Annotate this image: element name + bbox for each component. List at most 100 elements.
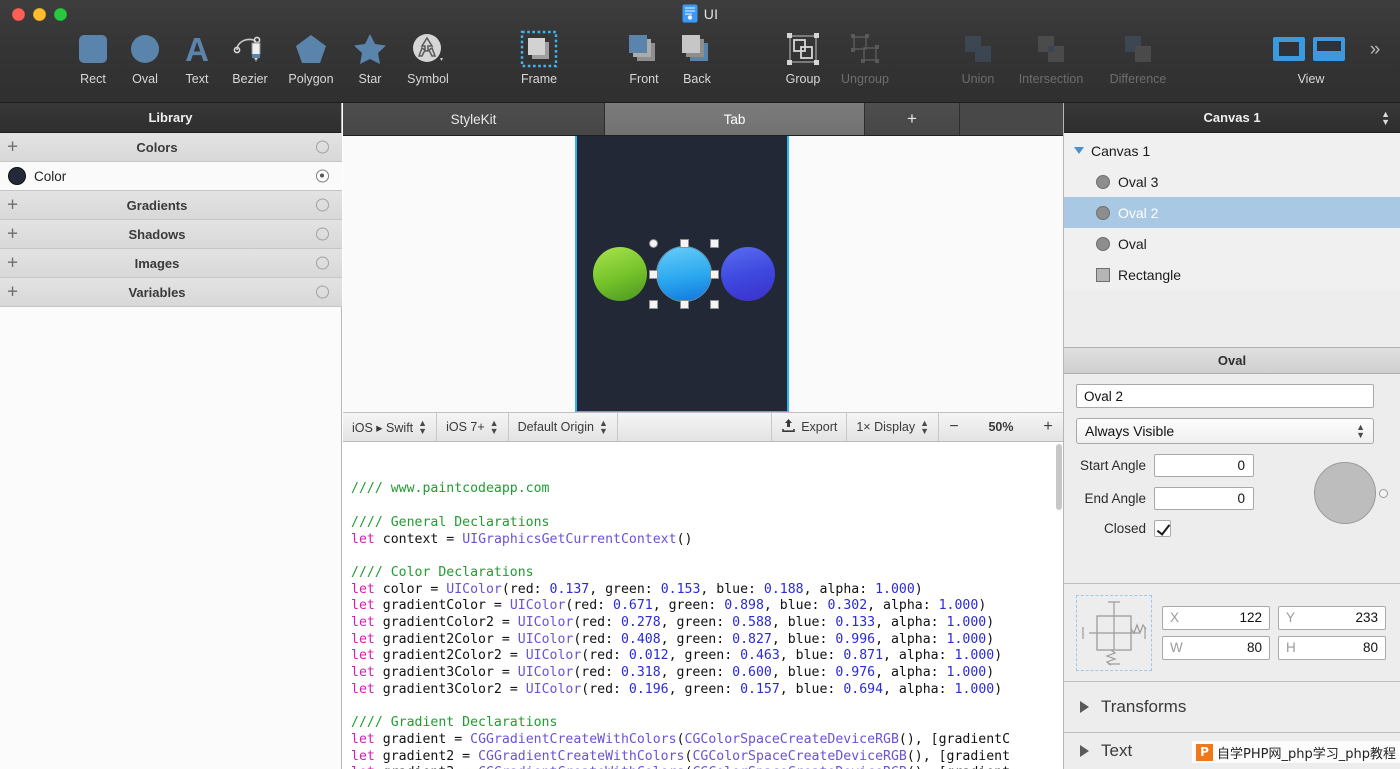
handle-middle-left[interactable] xyxy=(649,269,658,279)
library-group-colors[interactable]: + Colors xyxy=(0,133,342,162)
zoom-in-button[interactable]: + xyxy=(1033,418,1063,436)
handle-top-right[interactable] xyxy=(710,239,719,248)
tool-view[interactable]: View xyxy=(1269,26,1353,94)
x-field[interactable]: X 122 xyxy=(1162,605,1270,630)
os-version-select[interactable]: iOS 7+ ▲ ▼ xyxy=(437,413,509,441)
add-image-icon[interactable]: + xyxy=(7,254,18,273)
code-token: let xyxy=(351,531,383,547)
code-token: ) xyxy=(986,615,995,631)
platform-language-select[interactable]: iOS ▸ Swift ▲ ▼ xyxy=(343,413,438,441)
add-variable-icon[interactable]: + xyxy=(7,283,18,302)
handle-top-center[interactable] xyxy=(679,239,689,248)
handle-middle-right[interactable] xyxy=(710,269,719,279)
star-icon xyxy=(353,26,387,72)
library-group-images[interactable]: + Images xyxy=(0,249,342,278)
tool-intersection[interactable]: Intersection xyxy=(1019,26,1083,94)
canvas-shape-oval-3[interactable] xyxy=(593,247,647,301)
code-token: ( xyxy=(676,731,685,747)
canvas-viewport[interactable] xyxy=(343,136,1063,413)
code-token: = xyxy=(446,531,463,547)
y-field[interactable]: Y 233 xyxy=(1278,605,1386,630)
tool-difference[interactable]: Difference xyxy=(1106,26,1170,94)
code-token: , alpha: xyxy=(875,665,947,681)
zoom-out-button[interactable]: − xyxy=(939,418,969,436)
code-token: let xyxy=(351,765,383,769)
tab-label: Tab xyxy=(723,111,746,127)
display-scale-select[interactable]: 1× Display ▲ ▼ xyxy=(847,413,939,441)
toolbar-overflow-button[interactable]: » xyxy=(1358,26,1390,94)
stepper-icon: ▲ ▼ xyxy=(489,418,499,436)
disclosure-triangle-icon[interactable] xyxy=(1074,147,1084,154)
code-token: 1.000 xyxy=(946,615,987,631)
anchor-spring-control[interactable] xyxy=(1076,594,1152,671)
add-gradient-icon[interactable]: + xyxy=(7,196,18,215)
library-group-radio[interactable] xyxy=(316,227,329,241)
artboard[interactable] xyxy=(575,136,789,412)
tool-union[interactable]: Union xyxy=(946,26,1010,94)
oval-angle-handle[interactable] xyxy=(1379,489,1388,498)
code-line: let gradientColor2 = UIColor(red: 0.278,… xyxy=(351,615,1063,632)
code-token: //// www.paintcodeapp.com xyxy=(351,481,550,497)
library-group-radio[interactable] xyxy=(316,140,329,154)
code-scrollbar[interactable] xyxy=(1056,444,1062,510)
layer-row-canvas-1[interactable]: Canvas 1 xyxy=(1064,135,1400,166)
code-toolbar: iOS ▸ Swift ▲ ▼ iOS 7+ ▲ ▼ Default Origin … xyxy=(343,413,1063,442)
end-angle-input[interactable]: 0 xyxy=(1154,487,1254,510)
library-group-gradients[interactable]: + Gradients xyxy=(0,191,342,220)
stepper-icon[interactable]: ▲ ▼ xyxy=(1381,109,1390,126)
tool-group[interactable]: Group xyxy=(771,26,835,94)
code-token: CGColorSpaceCreateDeviceRGB xyxy=(692,748,907,764)
h-field[interactable]: H 80 xyxy=(1278,635,1386,660)
tool-back[interactable]: Back xyxy=(665,26,729,94)
tab-stylekit[interactable]: StyleKit xyxy=(343,103,605,135)
layer-row-rectangle[interactable]: Rectangle xyxy=(1064,259,1400,290)
origin-select[interactable]: Default Origin ▲ ▼ xyxy=(509,413,618,441)
library-group-radio[interactable] xyxy=(316,285,329,299)
generated-code-view[interactable]: //// www.paintcodeapp.com //// General D… xyxy=(343,442,1063,769)
oval-angle-preview[interactable] xyxy=(1314,462,1376,524)
library-group-shadows[interactable]: + Shadows xyxy=(0,220,342,249)
code-token: , alpha: xyxy=(867,598,939,614)
library-group-variables[interactable]: + Variables xyxy=(0,278,342,307)
library-item-color[interactable]: Color xyxy=(0,162,342,191)
color-swatch[interactable] xyxy=(8,167,26,185)
x-label: X xyxy=(1170,610,1180,625)
shape-name-input[interactable]: Oval 2 xyxy=(1076,384,1374,408)
handle-bottom-right[interactable] xyxy=(710,300,719,309)
tool-back-label: Back xyxy=(683,72,711,86)
layer-row-oval-2[interactable]: Oval 2 xyxy=(1064,197,1400,228)
code-token: let xyxy=(351,581,383,597)
library-item-radio[interactable] xyxy=(316,169,329,183)
library-group-radio[interactable] xyxy=(316,256,329,270)
w-field[interactable]: W 80 xyxy=(1162,635,1270,660)
code-token: , green: xyxy=(589,581,661,597)
code-line: let gradient3Color = UIColor(red: 0.318,… xyxy=(351,665,1063,682)
handle-bottom-left[interactable] xyxy=(649,300,658,309)
code-token: UIColor xyxy=(517,615,574,631)
add-color-icon[interactable]: + xyxy=(7,138,18,157)
tool-star[interactable]: Star xyxy=(338,26,402,94)
tool-polygon[interactable]: Polygon xyxy=(279,26,343,94)
export-button[interactable]: Export xyxy=(772,413,848,441)
visibility-select[interactable]: Always Visible ▲ ▼ xyxy=(1076,418,1374,444)
tool-symbol[interactable]: Symbol xyxy=(396,26,460,94)
code-token: gradient3Color xyxy=(382,665,502,681)
layer-row-oval-3[interactable]: Oval 3 xyxy=(1064,166,1400,197)
tool-frame[interactable]: Frame xyxy=(507,26,571,94)
tab-tab[interactable]: Tab xyxy=(605,103,865,135)
shape-name-value: Oval 2 xyxy=(1084,388,1124,404)
add-tab-button[interactable]: + xyxy=(865,103,960,135)
closed-checkbox[interactable] xyxy=(1154,520,1171,537)
tool-bezier[interactable]: Bezier xyxy=(218,26,282,94)
add-shadow-icon[interactable]: + xyxy=(7,225,18,244)
handle-bottom-center[interactable] xyxy=(679,300,689,309)
library-group-radio[interactable] xyxy=(316,198,329,212)
section-transforms[interactable]: Transforms xyxy=(1064,681,1400,732)
layer-row-oval[interactable]: Oval xyxy=(1064,228,1400,259)
handle-top-left[interactable] xyxy=(649,239,658,248)
y-label: Y xyxy=(1286,610,1296,625)
canvas-shape-oval[interactable] xyxy=(721,247,775,301)
tool-ungroup[interactable]: Ungroup xyxy=(833,26,897,94)
start-angle-input[interactable]: 0 xyxy=(1154,454,1254,477)
